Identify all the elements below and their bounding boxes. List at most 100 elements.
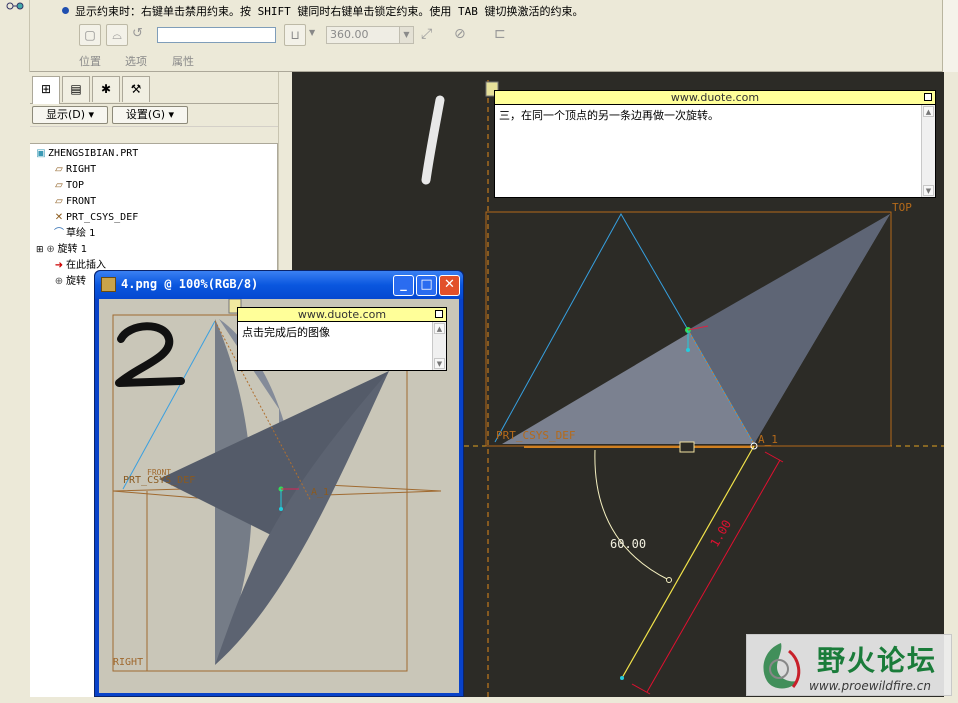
note-header: www.duote.com [495, 91, 935, 105]
tree-item-right[interactable]: ▱ RIGHT [30, 162, 278, 178]
tree-item-label: RIGHT [66, 164, 97, 175]
display-menu-button[interactable]: 显示(D) ▾ [32, 106, 108, 124]
viewer-title-text: 4.png @ 100%(RGB/8) [121, 277, 259, 291]
axis-a1-label: A_1 [311, 487, 329, 498]
insert-arrow-icon: ➜ [54, 260, 64, 271]
message-text: 显示约束时：右键单击禁用约束。按 SHIFT 键同时右键单击锁定约束。使用 TA… [75, 5, 584, 18]
angle-arc-end [666, 577, 672, 583]
note-header: www.duote.com [238, 308, 446, 322]
csys-arrow-y-head [686, 348, 690, 352]
settings-menu-button[interactable]: 设置(G) ▾ [112, 106, 188, 124]
solid-button[interactable]: ▢ [79, 24, 101, 46]
scroll-up-icon[interactable]: ▲ [923, 106, 934, 117]
maximize-button[interactable]: □ [416, 275, 437, 296]
folder-icon: ▤ [70, 82, 82, 96]
tree-item-revolve[interactable]: ⊞ ⊕ 旋转 1 [30, 242, 278, 258]
tab-model-tree[interactable]: ⊞ [32, 76, 60, 104]
tab-placement[interactable]: 位置 [79, 53, 101, 69]
sketch-end-point [620, 676, 624, 680]
close-button[interactable]: ✕ [439, 275, 460, 296]
forum-watermark-logo: 野火论坛 www.proewildfire.cn [746, 634, 952, 696]
tree-tabs: ⊞ ▤ ✱ ⚒ [30, 72, 278, 104]
csys-icon: ✕ [54, 212, 64, 223]
star-icon: ✱ [100, 82, 112, 96]
bottom-strip [30, 697, 958, 703]
flip-angle-icon[interactable]: ⤢ [421, 26, 432, 42]
note-scrollbar[interactable]: ▲ ▼ [921, 105, 935, 197]
note-close-icon[interactable] [435, 310, 443, 318]
drag-handle[interactable] [679, 441, 695, 453]
datum-plane-icon: ▱ [55, 196, 63, 207]
tree-item-label: 旋转 1 [57, 244, 88, 255]
thicken-icon[interactable]: ⊏ [494, 26, 506, 42]
csys-axis-y-head [279, 507, 283, 511]
tree-item-top[interactable]: ▱ TOP [30, 178, 278, 194]
flip-icon[interactable]: ↺ [132, 26, 148, 44]
scroll-up-icon[interactable]: ▲ [434, 323, 445, 334]
sketch-line [621, 445, 755, 679]
tree-item-label: FRONT [66, 196, 97, 207]
display-menu-label: 显示(D) [45, 108, 86, 121]
axis-a1-label: A_1 [758, 433, 778, 446]
note-close-icon[interactable] [924, 93, 932, 101]
minimize-button[interactable]: _ [393, 275, 414, 296]
angle-type-button[interactable]: ⊔ [284, 24, 306, 46]
watermark-url: www.proewildfire.cn [809, 679, 931, 693]
select-arrow-icon: ▼ [399, 27, 413, 43]
tab-favorites[interactable]: ✱ [92, 76, 120, 102]
dashboard: 显示约束时：右键单击禁用约束。按 SHIFT 键同时右键单击锁定约束。使用 TA… [0, 0, 958, 72]
tree-item-label: 草绘 1 [66, 228, 96, 239]
expand-icon[interactable]: ⊞ [36, 245, 44, 255]
note-body-text: 点击完成后的图像 [242, 326, 330, 339]
viewer-titlebar[interactable]: 4.png @ 100%(RGB/8) _ □ ✕ [95, 271, 463, 299]
flame-logo-icon [763, 643, 801, 689]
top-plane-label: TOP [892, 201, 912, 214]
tree-icon: ⊞ [40, 82, 52, 96]
message-line: 显示约束时：右键单击禁用约束。按 SHIFT 键同时右键单击锁定约束。使用 TA… [62, 3, 583, 19]
dim-extension-1 [764, 451, 784, 463]
tab-properties[interactable]: 属性 [172, 53, 194, 69]
tree-column-header [30, 126, 278, 144]
revolve-icon: ⊕ [54, 276, 64, 287]
remove-material-icon[interactable]: ⊘ [454, 26, 466, 42]
angle-arc [594, 449, 670, 581]
scroll-down-icon[interactable]: ▼ [923, 185, 934, 196]
viewer-canvas: RIGHT FRONT PRT_CSYS_DEF A_1 2 www [99, 299, 459, 693]
datum-plane-icon: ▱ [55, 164, 63, 175]
tree-item-front[interactable]: ▱ FRONT [30, 194, 278, 210]
angle-select-value: 360.00 [330, 28, 369, 41]
csys-label: PRT_CSYS_DEF [123, 475, 195, 486]
value-input[interactable] [157, 27, 276, 43]
tree-item-label: TOP [66, 180, 85, 191]
tree-item-csys[interactable]: ✕ PRT_CSYS_DEF [30, 210, 278, 226]
tree-item-label: ZHENGSIBIAN.PRT [48, 148, 139, 159]
right-strip [944, 72, 958, 703]
tab-folder-browser[interactable]: ▤ [62, 76, 90, 102]
note-popup-main: www.duote.com 三，在同一个顶点的另一条边再做一次旋转。 ▲ ▼ [494, 90, 936, 198]
angle-select[interactable]: 360.00 ▼ [326, 26, 414, 44]
tab-connections[interactable]: ⚒ [122, 76, 150, 102]
info-bullet-icon [62, 7, 69, 14]
note-scrollbar[interactable]: ▲ ▼ [432, 322, 446, 370]
note-body-text: 三，在同一个顶点的另一条边再做一次旋转。 [499, 109, 719, 122]
scroll-down-icon[interactable]: ▼ [434, 358, 445, 369]
chevron-down-icon[interactable]: ▼ [309, 28, 315, 37]
note-header-text: www.duote.com [670, 91, 760, 104]
right-plane-label: RIGHT [113, 657, 143, 668]
sketch-tool-icon[interactable] [0, 0, 30, 20]
tools-icon: ⚒ [130, 82, 142, 96]
revolve-icon: ⊕ [46, 244, 55, 255]
tab-options[interactable]: 选项 [125, 53, 147, 69]
surface-button[interactable]: ⌓ [106, 24, 128, 46]
tree-item-part[interactable]: ▣ ZHENGSIBIAN.PRT [30, 146, 278, 162]
image-viewer-window[interactable]: 4.png @ 100%(RGB/8) _ □ ✕ RIGHT FRONT PR… [94, 270, 464, 697]
left-gutter [0, 0, 30, 72]
datum-plane-icon: ▱ [55, 180, 63, 191]
angle-dimension[interactable]: 60.00 [610, 537, 646, 551]
length-dimension[interactable]: 1.00 [707, 517, 734, 549]
tree-item-sketch[interactable]: ⌒ 草绘 1 [30, 226, 278, 242]
part-icon: ▣ [36, 148, 46, 159]
dashboard-right-panel [942, 0, 958, 72]
tree-toolbar: 显示(D) ▾ 设置(G) ▾ [30, 104, 278, 126]
csys-label: PRT_CSYS_DEF [496, 429, 575, 442]
